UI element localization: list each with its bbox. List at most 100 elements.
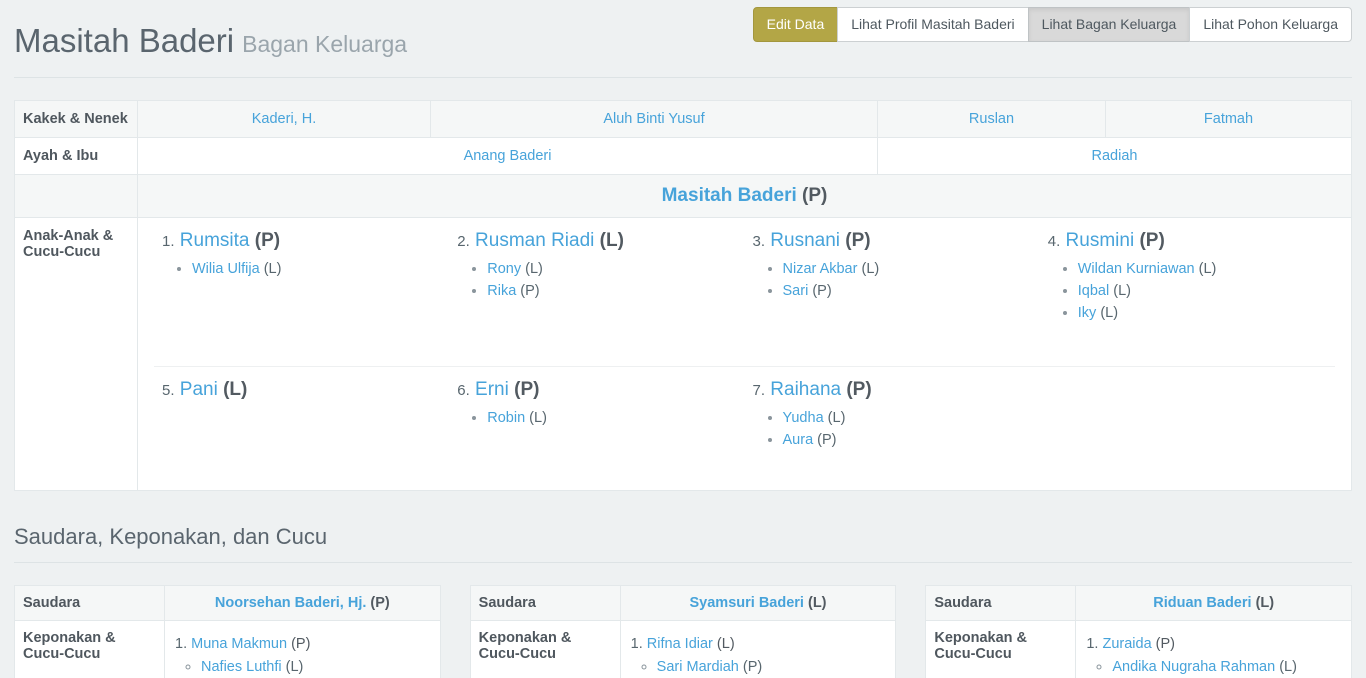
person-link-child[interactable]: Raihana <box>770 379 841 400</box>
person-link-nephew[interactable]: Zuraida <box>1102 636 1151 652</box>
self-row: Masitah Baderi (P) <box>15 175 1352 218</box>
person-link-paternal-grandfather[interactable]: Kaderi, H. <box>252 111 316 127</box>
nephew-number: 1. <box>631 636 643 652</box>
gender-marker: (L) <box>1199 261 1217 277</box>
gender-marker: (P) <box>255 230 280 251</box>
view-profile-button[interactable]: Lihat Profil Masitah Baderi <box>837 7 1028 42</box>
person-link-grandchild[interactable]: Wildan Kurniawan <box>1078 261 1195 277</box>
person-link-grandchild[interactable]: Nizar Akbar <box>783 261 858 277</box>
gender-marker: (L) <box>223 379 247 400</box>
grandchild-item: Rika (P) <box>487 280 736 302</box>
grandnephew-item: Andika Nugraha Rahman (L) <box>1112 656 1343 678</box>
gender-marker: (L) <box>1256 595 1275 611</box>
person-link-grandchild[interactable]: Rika <box>487 283 516 299</box>
person-link-grandnephew[interactable]: Sari Mardiah <box>657 659 739 675</box>
person-link-child[interactable]: Rumsita <box>180 230 250 251</box>
person-link-maternal-grandmother[interactable]: Fatmah <box>1204 111 1253 127</box>
nephews-cell: 1. Muna Makmun (P) Nafies Luthfi (L) <box>165 621 441 678</box>
gender-marker: (L) <box>525 261 543 277</box>
gender-marker: (L) <box>861 261 879 277</box>
person-link-grandchild[interactable]: Sari <box>783 283 809 299</box>
self-label-empty <box>15 175 138 218</box>
sibling-header-row: Saudara Syamsuri Baderi (L) <box>470 586 896 621</box>
nephews-label: Keponakan & Cucu-Cucu <box>926 621 1076 678</box>
nephews-row: Keponakan & Cucu-Cucu 1. Zuraida (P) And… <box>926 621 1352 678</box>
children-grid: 1. Rumsita (P) Wilia Ulfija (L) 2. Rusma… <box>154 218 1335 490</box>
child-entry: 2. Rusman Riadi (L) Rony (L) Rika (P) <box>449 218 744 366</box>
person-link-child[interactable]: Rusnani <box>770 230 840 251</box>
sibling-label: Saudara <box>470 586 620 621</box>
person-link-nephew[interactable]: Rifna Idiar <box>647 636 713 652</box>
edit-data-button[interactable]: Edit Data <box>753 7 839 42</box>
sibling-card: Saudara Noorsehan Baderi, Hj. (P) Kepona… <box>14 585 441 678</box>
nephews-cell: 1. Rifna Idiar (L) Sari Mardiah (P) <box>620 621 896 678</box>
gender-marker: (L) <box>600 230 624 251</box>
person-link-grandchild[interactable]: Yudha <box>783 410 824 426</box>
grandchild-item: Aura (P) <box>783 429 1032 451</box>
page-subtitle: Bagan Keluarga <box>242 31 407 57</box>
child-number: 4. <box>1048 233 1061 250</box>
person-link-grandchild[interactable]: Aura <box>783 432 814 448</box>
person-link-sibling[interactable]: Riduan Baderi <box>1153 595 1251 611</box>
grandchild-item: Rony (L) <box>487 258 736 280</box>
gender-marker: (P) <box>291 636 310 652</box>
siblings-section-heading: Saudara, Keponakan, dan Cucu <box>14 524 1352 563</box>
nephew-item: 1. Zuraida (P) Andika Nugraha Rahman (L) <box>1086 636 1343 678</box>
person-link-child[interactable]: Rusman Riadi <box>475 230 594 251</box>
grandchild-item: Wilia Ulfija (L) <box>192 258 441 280</box>
maternal-grandfather-cell: Ruslan <box>878 101 1106 138</box>
sibling-cards: Saudara Noorsehan Baderi, Hj. (P) Kepona… <box>14 585 1352 678</box>
gender-marker: (P) <box>514 379 539 400</box>
child-number: 7. <box>753 382 766 399</box>
grandchild-item: Yudha (L) <box>783 407 1032 429</box>
child-entry: 4. Rusmini (P) Wildan Kurniawan (L) Iqba… <box>1040 218 1335 366</box>
gender-marker: (P) <box>846 379 871 400</box>
person-link-grandchild[interactable]: Rony <box>487 261 521 277</box>
page-header: Masitah BaderiBagan Keluarga Edit Data L… <box>14 0 1352 78</box>
person-link-child[interactable]: Pani <box>180 379 218 400</box>
gender-marker: (L) <box>1100 305 1118 321</box>
person-link-self[interactable]: Masitah Baderi <box>662 185 797 206</box>
person-link-father[interactable]: Anang Baderi <box>464 148 552 164</box>
person-link-mother[interactable]: Radiah <box>1092 148 1138 164</box>
self-cell: Masitah Baderi (P) <box>138 175 1352 218</box>
sibling-label: Saudara <box>15 586 165 621</box>
person-link-grandnephew[interactable]: Andika Nugraha Rahman <box>1112 659 1275 675</box>
view-family-tree-button[interactable]: Lihat Pohon Keluarga <box>1189 7 1352 42</box>
person-link-child[interactable]: Rusmini <box>1066 230 1135 251</box>
child-number: 2. <box>457 233 470 250</box>
mother-cell: Radiah <box>878 138 1352 175</box>
person-link-grandchild[interactable]: Robin <box>487 410 525 426</box>
child-number: 1. <box>162 233 175 250</box>
person-link-child[interactable]: Erni <box>475 379 509 400</box>
child-entry: 5. Pani (L) <box>154 366 449 490</box>
sibling-card: Saudara Syamsuri Baderi (L) Keponakan & … <box>470 585 897 678</box>
children-cell: 1. Rumsita (P) Wilia Ulfija (L) 2. Rusma… <box>138 218 1352 491</box>
gender-marker: (L) <box>264 261 282 277</box>
nephews-cell: 1. Zuraida (P) Andika Nugraha Rahman (L) <box>1076 621 1352 678</box>
nephew-number: 1. <box>1086 636 1098 652</box>
nephew-item: 1. Muna Makmun (P) Nafies Luthfi (L) <box>175 636 432 678</box>
person-link-nephew[interactable]: Muna Makmun <box>191 636 287 652</box>
family-chart-table: Kakek & Nenek Kaderi, H. Aluh Binti Yusu… <box>14 100 1352 491</box>
nephews-label: Keponakan & Cucu-Cucu <box>470 621 620 678</box>
person-link-sibling[interactable]: Syamsuri Baderi <box>690 595 804 611</box>
sibling-header-row: Saudara Noorsehan Baderi, Hj. (P) <box>15 586 441 621</box>
gender-marker: (P) <box>817 432 836 448</box>
gender-marker: (P) <box>1139 230 1164 251</box>
paternal-grandmother-cell: Aluh Binti Yusuf <box>431 101 878 138</box>
person-link-grandchild[interactable]: Iky <box>1078 305 1097 321</box>
view-family-chart-button[interactable]: Lihat Bagan Keluarga <box>1028 7 1191 42</box>
person-link-paternal-grandmother[interactable]: Aluh Binti Yusuf <box>603 111 704 127</box>
children-label: Anak-Anak & Cucu-Cucu <box>15 218 138 491</box>
person-link-maternal-grandfather[interactable]: Ruslan <box>969 111 1014 127</box>
gender-marker: (P) <box>743 659 762 675</box>
person-link-grandnephew[interactable]: Nafies Luthfi <box>201 659 282 675</box>
person-link-grandchild[interactable]: Iqbal <box>1078 283 1109 299</box>
maternal-grandmother-cell: Fatmah <box>1106 101 1352 138</box>
person-link-grandchild[interactable]: Wilia Ulfija <box>192 261 260 277</box>
gender-marker: (P) <box>802 185 827 206</box>
person-link-sibling[interactable]: Noorsehan Baderi, Hj. <box>215 595 366 611</box>
nephews-row: Keponakan & Cucu-Cucu 1. Rifna Idiar (L)… <box>470 621 896 678</box>
sibling-card: Saudara Riduan Baderi (L) Keponakan & Cu… <box>925 585 1352 678</box>
